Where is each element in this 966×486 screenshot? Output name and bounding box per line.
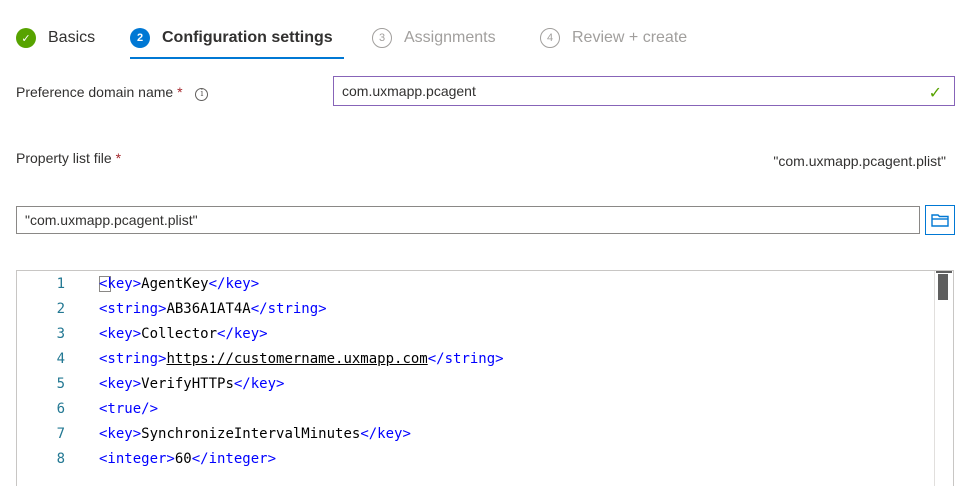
- step-label: Configuration settings: [162, 29, 333, 46]
- label-text: Property list file: [16, 150, 112, 166]
- step-basics[interactable]: ✓ Basics: [16, 26, 95, 50]
- label-text: Preference domain name: [16, 84, 174, 100]
- code-line: 4 <string>https://customername.uxmapp.com…: [17, 347, 927, 371]
- code-line: 7 <key>SynchronizeIntervalMinutes</key>: [17, 422, 927, 446]
- line-content: <integer>60</integer>: [99, 451, 277, 467]
- line-number: 2: [56, 301, 65, 317]
- input-value: "com.uxmapp.pcagent.plist": [25, 212, 198, 228]
- line-content: <key>AgentKey</key>: [99, 276, 260, 292]
- step-label: Assignments: [404, 29, 496, 46]
- step-review-create[interactable]: 4 Review + create: [540, 26, 687, 50]
- plist-code-editor[interactable]: 1 <key>AgentKey</key> 2 <string>AB36A1AT4A<…: [16, 270, 954, 486]
- line-number: 5: [56, 376, 65, 392]
- step-assignments[interactable]: 3 Assignments: [372, 26, 496, 50]
- active-step-indicator: [130, 57, 344, 59]
- preference-domain-input[interactable]: com.uxmapp.pcagent ✓: [333, 76, 955, 106]
- line-number: 6: [56, 401, 65, 417]
- code-line: 2 <string>AB36A1AT4A</string>: [17, 297, 927, 321]
- code-line: 6 <true/>: [17, 397, 927, 421]
- scrollbar-top-edge: [936, 271, 952, 273]
- wizard-steps: ✓ Basics 2 Configuration settings 3 Assi…: [0, 0, 966, 60]
- line-number: 1: [56, 276, 65, 292]
- input-value: com.uxmapp.pcagent: [342, 83, 476, 99]
- checkmark-icon: ✓: [16, 28, 36, 48]
- code-line: 1 <key>AgentKey</key>: [17, 272, 927, 296]
- required-mark: *: [177, 84, 183, 100]
- line-number: 3: [56, 326, 65, 342]
- checkmark-icon: ✓: [928, 85, 942, 102]
- property-list-file-input[interactable]: "com.uxmapp.pcagent.plist": [16, 206, 920, 234]
- line-content: <string>https://customername.uxmapp.com<…: [99, 351, 504, 367]
- code-line: 3 <key>Collector</key>: [17, 322, 927, 346]
- scrollbar-thumb[interactable]: [938, 274, 948, 300]
- step-number: 3: [372, 28, 392, 48]
- line-content: <key>VerifyHTTPs</key>: [99, 376, 285, 392]
- code-line: 5 <key>VerifyHTTPs</key>: [17, 372, 927, 396]
- folder-icon: [931, 214, 949, 227]
- line-content: <string>AB36A1AT4A</string>: [99, 301, 327, 317]
- code-line: 8 <integer>60</integer>: [17, 447, 927, 471]
- info-icon[interactable]: i: [195, 87, 209, 101]
- editor-scrollbar[interactable]: [934, 271, 953, 486]
- line-number: 7: [56, 426, 65, 442]
- required-mark: *: [115, 150, 122, 166]
- step-label: Basics: [48, 29, 96, 46]
- selected-file-name: "com.uxmapp.pcagent.plist": [773, 153, 946, 169]
- browse-file-button[interactable]: [925, 205, 955, 235]
- line-number: 4: [56, 351, 65, 367]
- step-configuration-settings[interactable]: 2 Configuration settings: [130, 26, 333, 50]
- line-content: <key>Collector</key>: [99, 326, 268, 342]
- line-number: 8: [56, 451, 65, 467]
- preference-domain-label: Preference domain name * i: [16, 84, 209, 101]
- line-content: <key>SynchronizeIntervalMinutes</key>: [99, 426, 411, 442]
- step-label: Review + create: [572, 29, 688, 46]
- step-number: 2: [130, 28, 150, 48]
- line-content: <true/>: [99, 401, 159, 417]
- property-list-label: Property list file *: [16, 150, 121, 166]
- step-number: 4: [540, 28, 560, 48]
